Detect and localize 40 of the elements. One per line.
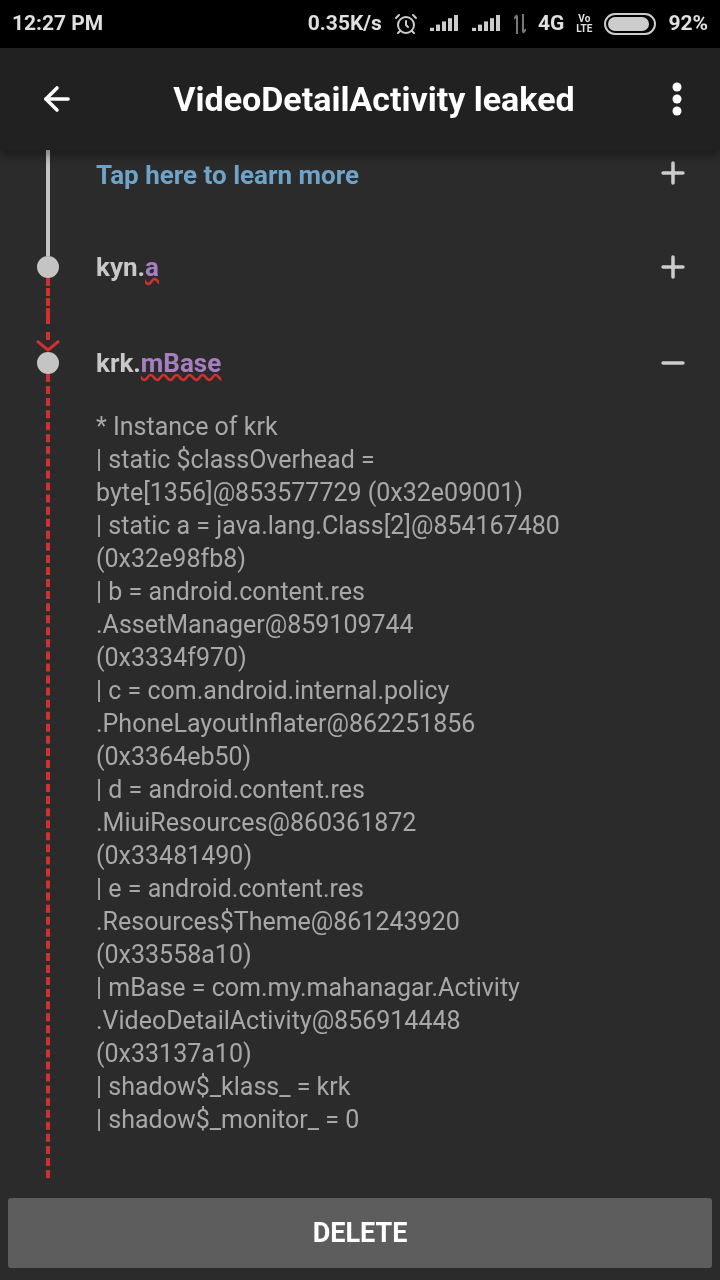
detail-line: | static a = java.lang.Class[2]@854167480 bbox=[96, 510, 561, 542]
detail-line: | shadow$_klass_ = krk bbox=[96, 1071, 352, 1103]
reference-title[interactable]: kyn.a bbox=[96, 247, 656, 287]
network-type: 4G bbox=[537, 10, 565, 38]
detail-line: .AssetManager@859109744 bbox=[96, 609, 415, 641]
detail-line: .Resources$Theme@861243920 bbox=[96, 906, 461, 938]
detail-line: (0x33558a10) bbox=[96, 939, 253, 971]
detail-line: * Instance of krk bbox=[96, 411, 279, 443]
delete-button[interactable]: DELETE bbox=[8, 1198, 712, 1268]
detail-line: (0x33481490) bbox=[96, 840, 254, 872]
lte-label: LTE bbox=[576, 24, 593, 34]
detail-line: byte[1356]@853577729 (0x32e09001) bbox=[96, 477, 525, 509]
battery-percent: 92% bbox=[668, 10, 708, 38]
alarm-icon bbox=[393, 12, 418, 36]
more-options-icon[interactable] bbox=[672, 82, 682, 116]
signal-icon bbox=[471, 15, 502, 33]
detail-line: | b = android.content.res bbox=[96, 576, 366, 608]
detail-line: | c = com.android.internal.policy bbox=[96, 675, 451, 707]
reference-title[interactable]: krk.mBase bbox=[96, 343, 656, 383]
clock: 12:27 PM bbox=[12, 10, 104, 38]
detail-line: | static $classOverhead = bbox=[96, 444, 376, 476]
detail-line: | e = android.content.res bbox=[96, 873, 365, 905]
learn-more-link[interactable]: Tap here to learn more bbox=[96, 156, 656, 195]
detail-line: | shadow$_monitor_ = 0 bbox=[96, 1104, 361, 1136]
battery-icon bbox=[604, 13, 657, 35]
detail-line: .VideoDetailActivity@856914448 bbox=[96, 1005, 462, 1037]
detail-line: (0x33137a10) bbox=[96, 1038, 253, 1070]
signal-icon bbox=[429, 15, 460, 33]
detail-line: .PhoneLayoutInflater@862251856 bbox=[96, 708, 477, 740]
detail-line: (0x32e98fb8) bbox=[96, 543, 247, 575]
detail-line: | d = android.content.res bbox=[96, 774, 366, 806]
detail-line: .MiuiResources@860361872 bbox=[96, 807, 418, 839]
arrow-down-icon bbox=[35, 340, 61, 352]
detail-line: | mBase = com.my.mahanagar.Activity bbox=[96, 972, 521, 1004]
volte-label: Vo bbox=[578, 14, 591, 24]
app-bar-title: VideoDetailActivity leaked bbox=[172, 77, 576, 121]
network-speed: 0.35K/s bbox=[307, 10, 382, 38]
detail-line: (0x3364eb50) bbox=[96, 741, 253, 773]
detail-line: (0x3334f970) bbox=[96, 642, 248, 674]
data-arrows-icon bbox=[513, 14, 526, 34]
